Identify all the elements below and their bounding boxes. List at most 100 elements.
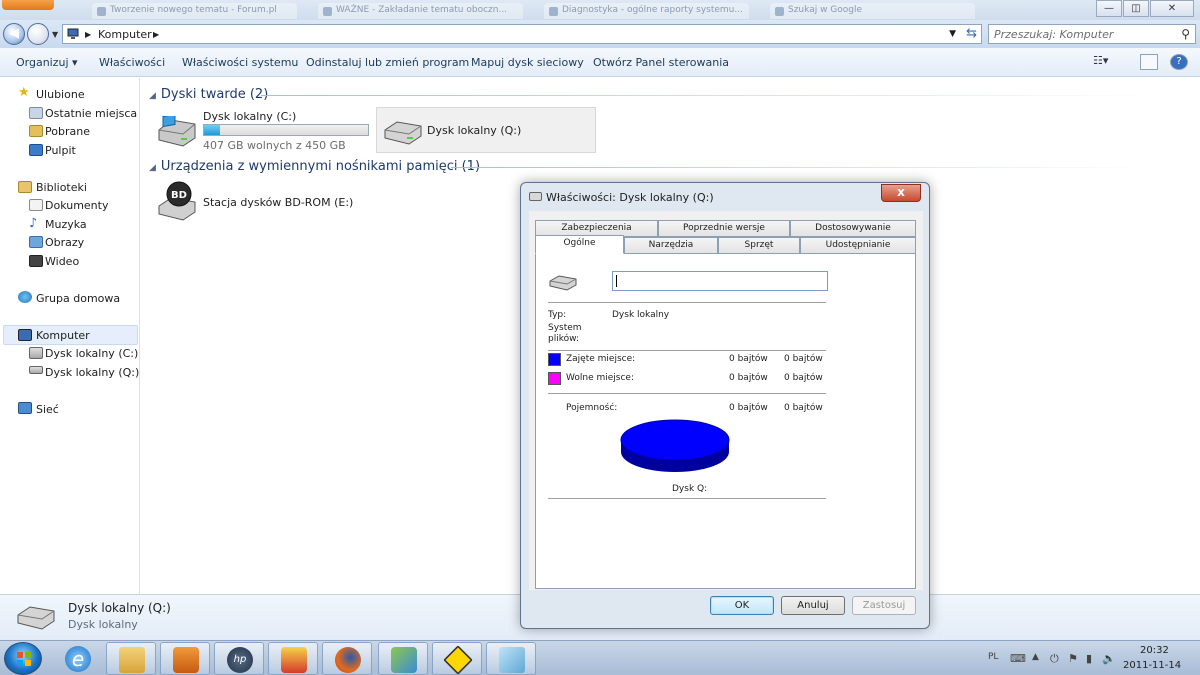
nav-libraries[interactable]: Biblioteki [36,181,87,194]
nav-computer[interactable]: Komputer [36,329,90,342]
tab-sharing[interactable]: Udostępnianie [800,237,916,254]
paint-icon [391,647,417,673]
dialog-close-button[interactable]: x [881,184,921,202]
drive-label-input[interactable] [612,271,828,291]
map-network-drive-button[interactable]: Mapuj dysk sieciowy [471,56,584,69]
maximize-button[interactable]: ◫ [1123,0,1149,17]
tab-tools[interactable]: Narzędzia [624,237,718,254]
help-icon[interactable]: ? [1170,54,1188,70]
nav-recent-places[interactable]: Ostatnie miejsca [45,107,137,120]
view-options-icon[interactable]: ☷▾ [1093,54,1111,70]
nav-drive-q[interactable]: Dysk lokalny (Q:) [45,366,139,379]
tab-hardware[interactable]: Sprzęt [718,237,800,254]
nav-desktop[interactable]: Pulpit [45,144,76,157]
properties-button[interactable]: Właściwości [99,56,165,69]
group-divider [451,167,1151,168]
nav-network[interactable]: Sieć [36,403,59,416]
start-button[interactable] [4,642,42,675]
browser-tab[interactable]: WAŻNE - Zakładanie tematu oboczn... [318,3,523,19]
tab-general[interactable]: Ogólne [535,235,624,254]
nav-downloads[interactable]: Pobrane [45,125,90,138]
drive-icon [529,192,542,201]
apply-button[interactable]: Zastosuj [852,596,916,615]
homegroup-icon [18,291,32,303]
collapse-arrow-icon[interactable]: ◢ [149,91,156,101]
back-button[interactable]: ◀ [3,23,25,45]
notepad-icon [499,647,525,673]
bd-rom-name: Stacja dysków BD-ROM (E:) [203,196,354,209]
forward-button[interactable] [27,23,49,45]
search-input[interactable]: Przeszukaj: Komputer ⚲ [988,24,1196,44]
media-player-icon [173,647,199,673]
browser-menu-button[interactable] [2,0,54,10]
tab-previous-versions[interactable]: Poprzednie wersje [658,220,790,237]
taskbar-firefox[interactable] [322,642,372,675]
ok-button[interactable]: OK [710,596,774,615]
nav-homegroup[interactable]: Grupa domowa [36,292,120,305]
chevron-right-icon[interactable]: ▶ [153,30,159,39]
address-input[interactable]: ▶ Komputer ▶ ▼ ⇆ [62,24,982,44]
action-center-icon[interactable]: ⚑ [1068,652,1078,665]
power-icon[interactable]: ⏻ [1050,652,1059,666]
browser-tab[interactable]: Tworzenie nowego tematu - Forum.pl [92,3,297,19]
refresh-icon[interactable]: ⇆ [966,26,977,41]
recent-places-icon [29,107,43,119]
nav-videos[interactable]: Wideo [45,255,79,268]
browser-tab[interactable]: Diagnostyka - ogólne raporty systemu... [544,3,749,19]
drive-c-tile[interactable]: Dysk lokalny (C:) 407 GB wolnych z 450 G… [151,108,371,154]
group-title: Dyski twarde (2) [160,87,269,102]
nav-favorites[interactable]: Ulubione [36,88,85,101]
browser-tab[interactable]: Szukaj w Google [770,3,975,19]
type-label: Typ: [548,310,567,320]
nav-pictures[interactable]: Obrazy [45,236,84,249]
organize-button[interactable]: Organizuj ▾ [16,56,78,69]
taskbar-explorer[interactable] [106,642,156,675]
clock-time[interactable]: 20:32 [1140,645,1169,656]
preview-pane-icon[interactable] [1140,54,1158,70]
bd-rom-tile[interactable]: BD Stacja dysków BD-ROM (E:) [151,178,371,224]
free-space-bytes: 0 bajtów [729,373,768,383]
minimize-button[interactable]: — [1096,0,1122,17]
taskbar-paint[interactable] [378,642,428,675]
music-icon: ♪ [29,216,38,231]
chevron-right-icon[interactable]: ▶ [85,30,91,39]
collapse-arrow-icon[interactable]: ◢ [149,163,156,173]
taskbar-game[interactable] [432,642,482,675]
language-indicator[interactable]: PL [988,652,998,662]
removable-group-header[interactable]: ◢ Urządzenia z wymiennymi nośnikami pamię… [149,159,480,174]
system-properties-button[interactable]: Właściwości systemu [182,56,298,69]
filesystem-label: System plików: [548,323,582,344]
taskbar-avira[interactable] [268,642,318,675]
show-hidden-icons-icon[interactable]: ▲ [1032,652,1039,662]
taskbar-ie[interactable]: e [53,642,103,675]
nav-documents[interactable]: Dokumenty [45,199,108,212]
address-path[interactable]: Komputer [98,28,152,41]
hard-disks-group-header[interactable]: ◢ Dyski twarde (2) [149,87,268,102]
used-space-bytes: 0 bajtów [729,354,768,364]
uninstall-program-button[interactable]: Odinstaluj lub zmień program [306,56,469,69]
folder-icon [119,647,145,673]
tab-customize[interactable]: Dostosowywanie [790,220,916,237]
taskbar-media-player[interactable] [160,642,210,675]
cancel-button[interactable]: Anuluj [781,596,845,615]
address-dropdown-icon[interactable]: ▼ [949,29,956,39]
firefox-icon [335,647,361,673]
taskbar-hp[interactable]: hp [214,642,264,675]
keyboard-icon[interactable]: ⌨ [1010,652,1026,665]
taskbar-notepad[interactable] [486,642,536,675]
open-control-panel-button[interactable]: Otwórz Panel sterowania [593,56,729,69]
clock-date[interactable]: 2011-11-14 [1123,660,1181,671]
internet-explorer-icon: e [65,646,91,672]
nav-music[interactable]: Muzyka [45,218,87,231]
drive-q-tile[interactable]: Dysk lokalny (Q:) [376,107,596,153]
disk-label: Dysk Q: [672,484,708,494]
network-signal-icon[interactable]: ▮ [1086,652,1092,665]
drive-icon [549,275,577,291]
drive-icon [17,606,55,630]
search-icon[interactable]: ⚲ [1181,27,1190,41]
volume-icon[interactable]: 🔈 [1102,652,1116,665]
nav-drive-c[interactable]: Dysk lokalny (C:) [45,347,138,360]
recent-pages-dropdown[interactable]: ▼ [52,30,58,39]
window-close-button[interactable]: ✕ [1150,0,1194,17]
dialog-title: Właściwości: Dysk lokalny (Q:) [546,191,714,204]
